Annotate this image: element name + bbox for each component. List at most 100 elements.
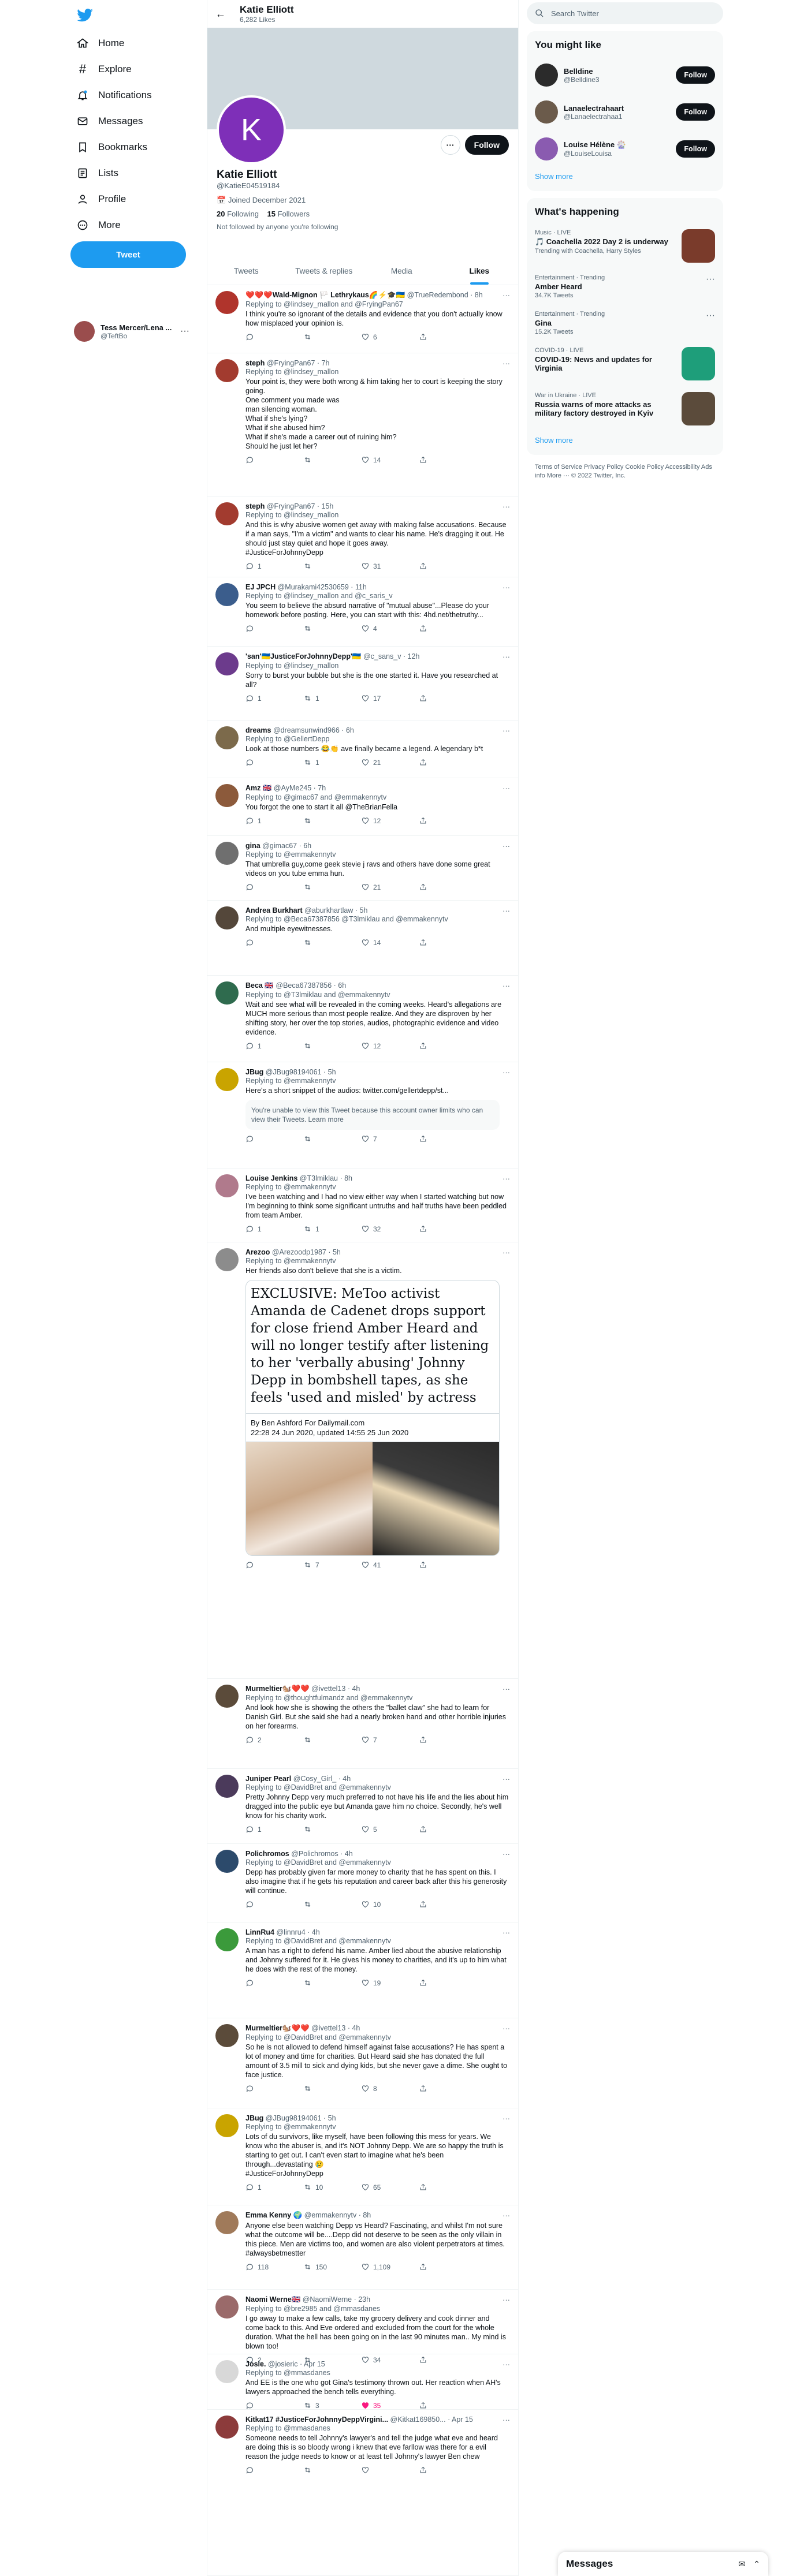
retweet-button[interactable] — [303, 1041, 361, 1050]
share-button[interactable] — [419, 758, 477, 767]
avatar[interactable] — [215, 1928, 239, 1951]
more-dots-icon[interactable]: ··· — [503, 2211, 510, 2220]
replying-to[interactable]: Replying to @DavidBret and @emmakennytv — [245, 1858, 509, 1866]
more-dots-icon[interactable]: ··· — [503, 291, 510, 300]
share-button[interactable] — [419, 883, 477, 891]
avatar[interactable] — [215, 2360, 239, 2383]
tweet-card[interactable]: Emma Kenny 🌍 @emmakennytv · 8h ··· Anyone … — [207, 2205, 518, 2290]
more-dots-icon[interactable]: ··· — [503, 2416, 510, 2424]
avatar[interactable] — [215, 2416, 239, 2439]
suggestion-item[interactable]: Lanaelectrahaart @Lanaelectrahaa1 Follow — [535, 94, 715, 130]
follow-button[interactable]: Follow — [676, 140, 715, 158]
tweet-card[interactable]: Beca 🇬🇧 @Beca67387856 · 6h ··· Replying to… — [207, 976, 518, 1062]
tweet-card[interactable]: Amz 🇬🇧 @AyMe245 · 7h ··· Replying to @gima… — [207, 778, 518, 836]
share-button[interactable] — [419, 694, 477, 703]
profile-avatar[interactable]: K — [217, 95, 286, 165]
avatar[interactable] — [215, 2114, 239, 2137]
nav-lists[interactable]: Lists — [68, 160, 207, 186]
author-name[interactable]: steph — [245, 359, 265, 367]
reply-button[interactable]: 1 — [245, 562, 303, 570]
like-button[interactable]: 65 — [361, 2183, 419, 2192]
retweet-button[interactable] — [303, 1900, 361, 1909]
replying-to[interactable]: Replying to @Beca67387856 @T3lmiklau and… — [245, 915, 509, 923]
share-button[interactable] — [419, 456, 477, 464]
tweet-card[interactable]: JBug @JBug98194061 · 5h ··· Replying to @e… — [207, 1062, 518, 1168]
share-button[interactable] — [419, 816, 477, 825]
more-dots-icon[interactable]: ··· — [503, 2360, 510, 2369]
share-button[interactable] — [419, 2401, 477, 2410]
tweet-card[interactable]: Murmeltier🐿️❤️❤️ @ivettel13 · 4h ··· Reply… — [207, 1679, 518, 1769]
avatar[interactable] — [215, 359, 239, 382]
like-button[interactable]: 4 — [361, 624, 419, 633]
like-button[interactable]: 10 — [361, 1900, 419, 1909]
tab-tweets-replies[interactable]: Tweets & replies — [285, 257, 363, 285]
replying-to[interactable]: Replying to @mmasdanes — [245, 2424, 509, 2432]
share-button[interactable] — [419, 938, 477, 947]
author-name[interactable]: dreams — [245, 726, 271, 734]
more-dots-icon[interactable]: ··· — [503, 1850, 510, 1858]
replying-to[interactable]: Replying to @emmakennytv — [245, 1077, 509, 1085]
like-button[interactable]: 14 — [361, 456, 419, 464]
expand-icon[interactable]: ⌃ — [753, 2559, 760, 2569]
author-name[interactable]: Louise Jenkins — [245, 1174, 297, 1182]
reply-button[interactable]: 1 — [245, 694, 303, 703]
tweet-card[interactable]: Louise Jenkins @T3lmiklau · 8h ··· Replyin… — [207, 1168, 518, 1242]
like-button[interactable]: 7 — [361, 1134, 419, 1143]
author-name[interactable]: Amz 🇬🇧 — [245, 784, 271, 792]
like-button[interactable]: 12 — [361, 816, 419, 825]
reply-button[interactable] — [245, 758, 303, 767]
share-button[interactable] — [419, 1900, 477, 1909]
like-button[interactable]: 35 — [361, 2401, 419, 2410]
author-name[interactable]: Juniper Pearl — [245, 1775, 291, 1783]
retweet-button[interactable] — [303, 1825, 361, 1834]
follow-button[interactable]: Follow — [676, 103, 715, 121]
like-button[interactable]: 17 — [361, 694, 419, 703]
author-name[interactable]: Murmeltier🐿️❤️❤️ — [245, 2024, 310, 2032]
share-button[interactable] — [419, 1825, 477, 1834]
like-button[interactable]: 31 — [361, 562, 419, 570]
avatar[interactable] — [215, 726, 239, 749]
reply-button[interactable] — [245, 456, 303, 464]
retweet-button[interactable] — [303, 562, 361, 570]
avatar[interactable] — [215, 842, 239, 865]
back-arrow-icon[interactable]: ← — [215, 8, 226, 20]
replying-to[interactable]: Replying to @lindsey_mallon — [245, 662, 509, 670]
author-name[interactable]: Andrea Burkhart — [245, 906, 303, 914]
avatar[interactable] — [215, 784, 239, 807]
tweet-card[interactable]: steph @FryingPan67 · 7h ··· Replying to @l… — [207, 353, 518, 496]
reply-button[interactable] — [245, 883, 303, 891]
nav-bookmarks[interactable]: Bookmarks — [68, 134, 207, 160]
nav-profile[interactable]: Profile — [68, 186, 207, 212]
more-dots-icon[interactable]: ··· — [503, 1775, 510, 1783]
author-name[interactable]: Arezoo — [245, 1248, 270, 1256]
retweet-button[interactable] — [303, 1735, 361, 1744]
like-button[interactable]: 41 — [361, 1560, 419, 1569]
more-dots-icon[interactable]: ··· — [503, 842, 510, 850]
more-dots-icon[interactable]: ··· — [706, 274, 715, 299]
reply-button[interactable]: 2 — [245, 1735, 303, 1744]
replying-to[interactable]: Replying to @thoughtfulmandz and @emmake… — [245, 1694, 509, 1702]
tweet-card[interactable]: Arezoo @Arezoodp1987 · 5h ··· Replying to … — [207, 1242, 518, 1679]
replying-to[interactable]: Replying to @lindsey_mallon — [245, 511, 509, 519]
share-button[interactable] — [419, 333, 477, 341]
retweet-button[interactable]: 10 — [303, 2183, 361, 2192]
like-button[interactable]: 12 — [361, 1041, 419, 1050]
tweet-card[interactable]: dreams @dreamsunwind966 · 6h ··· Replying … — [207, 720, 518, 778]
search-bar[interactable]: Search Twitter — [527, 2, 723, 24]
replying-to[interactable]: Replying to @emmakennytv — [245, 850, 509, 858]
author-name[interactable]: Emma Kenny 🌍 — [245, 2211, 302, 2219]
avatar[interactable] — [215, 1850, 239, 1873]
like-button[interactable]: 32 — [361, 1224, 419, 1233]
followers-link[interactable]: 15 Followers — [267, 210, 310, 218]
reply-button[interactable] — [245, 1560, 303, 1569]
tweet-card[interactable]: EJ JPCH @Murakami42530659 · 11h ··· Replyi… — [207, 577, 518, 647]
reply-button[interactable]: 1 — [245, 1825, 303, 1834]
replying-to[interactable]: Replying to @GellertDepp — [245, 735, 509, 743]
more-dots-icon[interactable]: ··· — [706, 311, 715, 335]
author-name[interactable]: gina — [245, 842, 260, 850]
twitter-logo-icon[interactable] — [76, 7, 94, 24]
replying-to[interactable]: Replying to @emmakennytv — [245, 2123, 509, 2131]
more-dots-icon[interactable]: ··· — [503, 1248, 510, 1257]
tweet-button[interactable]: Tweet — [70, 241, 186, 268]
trend-item[interactable]: Music · LIVE 🎵 Coachella 2022 Day 2 is un… — [535, 223, 715, 268]
